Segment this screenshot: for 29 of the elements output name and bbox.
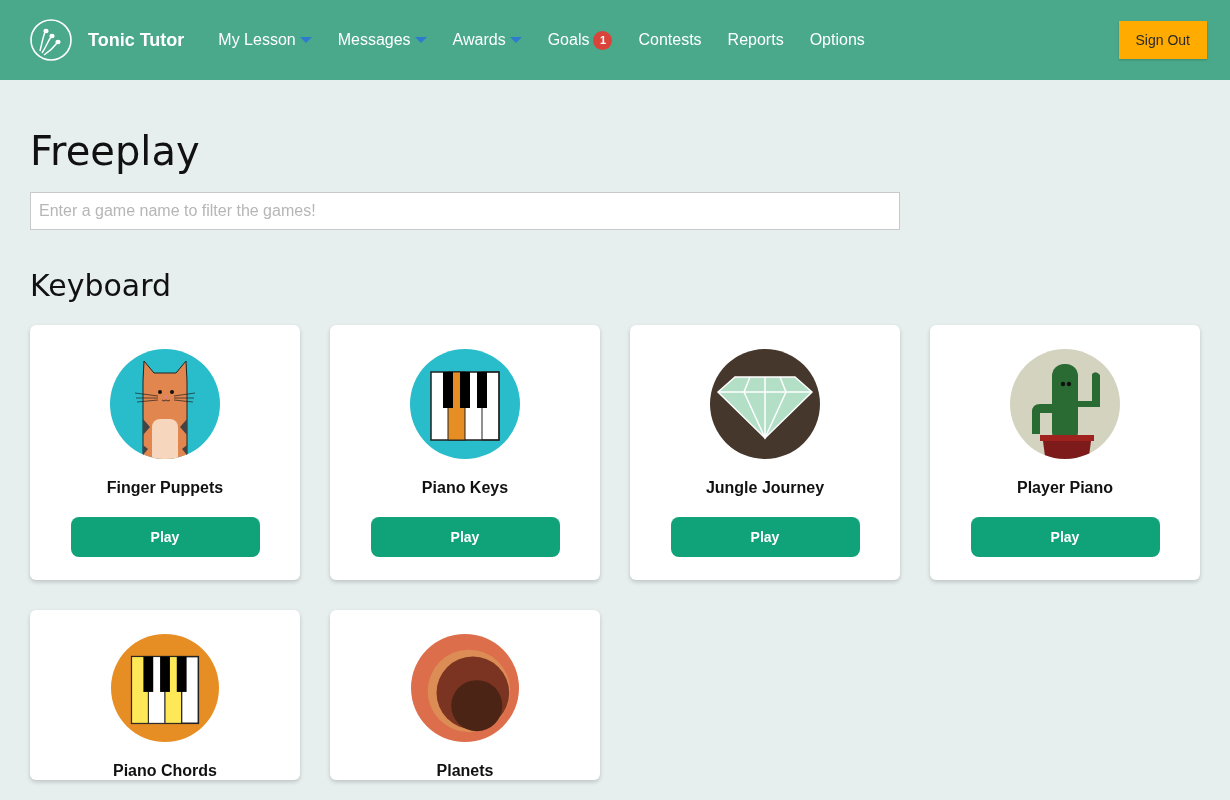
nav-link[interactable]: Messages (331, 27, 433, 53)
game-title: Piano Chords (113, 762, 217, 780)
nav-link[interactable]: Awards (446, 27, 528, 53)
nav-link[interactable]: Options (803, 27, 871, 53)
piano-keys-icon (410, 349, 520, 459)
piano-keys-icon (110, 634, 220, 742)
nav-link[interactable]: Reports (721, 27, 790, 53)
game-title: Piano Keys (421, 479, 509, 497)
search-field[interactable]: Enter a game name to filter the games! (30, 192, 900, 230)
play-button[interactable]: Play (370, 517, 560, 557)
planets-icon (410, 634, 520, 742)
notification-badge: 1 (593, 30, 613, 50)
play-button[interactable]: Play (70, 517, 260, 557)
nav-link[interactable]: Goals 1 (541, 26, 619, 54)
logo-icon[interactable] (30, 19, 72, 61)
game-title: Planets (436, 762, 494, 780)
game-title: Finger Puppets (106, 479, 224, 497)
sign-out-button[interactable]: Sign Out (1118, 21, 1207, 59)
nav-link[interactable]: Contests (632, 27, 708, 53)
cactus-icon (1010, 349, 1120, 459)
brand-name[interactable]: Tonic Tutor (88, 29, 185, 51)
game-title: Player Piano (1016, 479, 1113, 497)
nav-link[interactable]: My Lesson (212, 27, 318, 53)
section-heading: Keyboard (30, 268, 173, 303)
play-button[interactable]: Play (970, 517, 1160, 557)
game-title: Jungle Journey (705, 479, 825, 497)
play-button[interactable]: Play (670, 517, 860, 557)
cat-icon (110, 349, 220, 459)
page-title: Freeplay (30, 128, 201, 174)
